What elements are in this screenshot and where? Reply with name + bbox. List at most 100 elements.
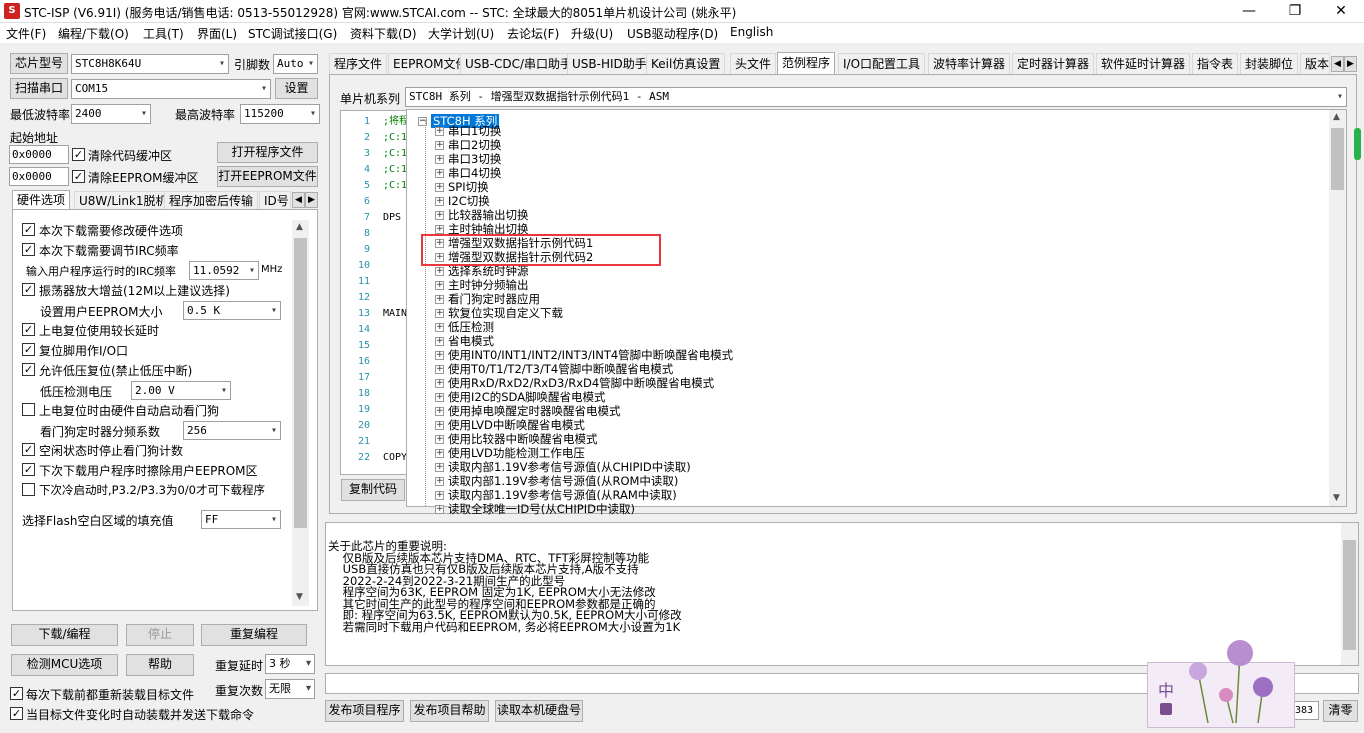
tree-item[interactable]: + 串口2切换 (435, 138, 733, 152)
pin-count-select[interactable]: Auto ▾ (273, 54, 318, 74)
reprogram-button[interactable]: 重复编程 (201, 624, 307, 646)
expand-icon[interactable]: + (435, 323, 444, 332)
max-baud-select[interactable]: 115200 ▾ (240, 104, 320, 124)
tree-item[interactable]: + 省电模式 (435, 334, 733, 348)
tree-item[interactable]: + 读取内部1.19V参考信号源值(从CHIPID中读取) (435, 460, 733, 474)
tree-item[interactable]: + 使用INT0/INT1/INT2/INT3/INT4管脚中断唤醒省电模式 (435, 348, 733, 362)
menu-forum[interactable]: 去论坛(F) (507, 25, 559, 42)
tab-id[interactable]: ID号 (259, 191, 291, 210)
tab-packages[interactable]: 封装脚位 (1240, 53, 1299, 74)
adjust-irc-checkbox[interactable]: ✓ (22, 243, 35, 256)
expand-icon[interactable]: + (435, 197, 444, 206)
tab-usb-cdc[interactable]: USB-CDC/串口助手 (460, 53, 578, 74)
tab-scroll-left-button[interactable]: ◀ (292, 192, 305, 208)
tree-item[interactable]: + SPI切换 (435, 180, 733, 194)
idle-wdt-checkbox[interactable]: ✓ (22, 443, 35, 456)
options-scroll-thumb[interactable] (294, 238, 307, 528)
tree-item[interactable]: + 串口1切换 (435, 124, 733, 138)
menu-program[interactable]: 编程/下载(O) (58, 25, 129, 42)
expand-icon[interactable]: + (435, 281, 444, 290)
tree-item[interactable]: + 使用T0/T1/T2/T3/T4管脚中断唤醒省电模式 (435, 362, 733, 376)
tree-item[interactable]: + 比较器输出切换 (435, 208, 733, 222)
tree-item[interactable]: + 软复位实现自定义下载 (435, 306, 733, 320)
mcu-series-select[interactable]: STC8H 系列 - 增强型双数据指针示例代码1 - ASM ▾ (405, 87, 1347, 107)
copy-code-button[interactable]: 复制代码 (341, 479, 405, 501)
menu-debug[interactable]: STC调试接口(G) (248, 25, 337, 42)
eeprom-size-select[interactable]: 0.5 K ▾ (183, 301, 281, 320)
chip-type-button[interactable]: 芯片型号 (10, 53, 68, 74)
tab-scroll-left-button[interactable]: ◀ (1331, 56, 1344, 72)
clear-code-checkbox[interactable]: ✓ (72, 148, 85, 161)
tab-examples[interactable]: 范例程序 (777, 52, 836, 74)
minimize-button[interactable]: — (1226, 0, 1272, 23)
scroll-up-icon[interactable]: ▲ (1333, 112, 1340, 122)
tab-delay-calc[interactable]: 软件延时计算器 (1096, 53, 1191, 74)
expand-icon[interactable]: + (435, 421, 444, 430)
menu-university[interactable]: 大学计划(U) (428, 25, 494, 42)
tab-scroll-right-button[interactable]: ▶ (1344, 56, 1357, 72)
expand-icon[interactable]: + (435, 365, 444, 374)
tree-item[interactable]: + 读取内部1.19V参考信号源值(从RAM中读取) (435, 488, 733, 502)
help-button[interactable]: 帮助 (126, 654, 194, 676)
tab-timer-calc[interactable]: 定时器计算器 (1012, 53, 1095, 74)
menu-upgrade[interactable]: 升级(U) (571, 25, 613, 42)
expand-icon[interactable]: + (435, 141, 444, 150)
tab-encrypted-transfer[interactable]: 程序加密后传输 (164, 191, 259, 210)
expand-icon[interactable]: + (435, 463, 444, 472)
chip-type-select[interactable]: STC8H8K64U ▾ (71, 54, 229, 74)
port-select[interactable]: COM15 ▾ (71, 79, 271, 99)
eeprom-address-input[interactable]: 0x0000 (9, 167, 69, 186)
open-eeprom-button[interactable]: 打开EEPROM文件 (217, 166, 318, 187)
tab-header-files[interactable]: 头文件 (730, 53, 777, 74)
wdt-div-select[interactable]: 256 ▾ (183, 421, 281, 440)
tree-item[interactable]: + 主时钟分频输出 (435, 278, 733, 292)
tree-item[interactable]: + 低压检测 (435, 320, 733, 334)
expand-icon[interactable]: + (435, 267, 444, 276)
expand-icon[interactable]: + (435, 309, 444, 318)
tab-keil-settings[interactable]: Keil仿真设置 (646, 53, 726, 74)
tab-hardware-options[interactable]: 硬件选项 (12, 190, 71, 210)
osc-gain-checkbox[interactable]: ✓ (22, 283, 35, 296)
expand-icon[interactable]: + (435, 393, 444, 402)
expand-icon[interactable]: + (435, 407, 444, 416)
tab-scroll-right-button[interactable]: ▶ (305, 192, 318, 208)
open-program-button[interactable]: 打开程序文件 (217, 142, 318, 163)
menu-file[interactable]: 文件(F) (6, 25, 46, 42)
menu-ui[interactable]: 界面(L) (197, 25, 237, 42)
expand-icon[interactable]: + (435, 379, 444, 388)
tree-scroll-thumb[interactable] (1331, 128, 1344, 190)
expand-icon[interactable]: + (435, 491, 444, 500)
reset-pin-checkbox[interactable]: ✓ (22, 343, 35, 356)
tree-item[interactable]: + 使用LVD中断唤醒省电模式 (435, 418, 733, 432)
tab-usb-hid[interactable]: USB-HID助手 (567, 53, 652, 74)
clear-counter-button[interactable]: 清零 (1323, 700, 1358, 722)
expand-icon[interactable]: + (435, 211, 444, 220)
detect-mcu-button[interactable]: 检测MCU选项 (11, 654, 118, 676)
irc-frequency-select[interactable]: 11.0592 ▾ (189, 261, 259, 280)
min-baud-select[interactable]: 2400 ▾ (71, 104, 151, 124)
scroll-up-icon[interactable]: ▲ (296, 222, 303, 232)
expand-icon[interactable]: + (435, 449, 444, 458)
info-scroll-thumb[interactable] (1343, 540, 1356, 650)
menu-english[interactable]: English (730, 25, 773, 39)
tab-instructions[interactable]: 指令表 (1192, 53, 1239, 74)
expand-icon[interactable]: + (435, 435, 444, 444)
tree-item[interactable]: + 使用比较器中断唤醒省电模式 (435, 432, 733, 446)
expand-icon[interactable]: + (435, 183, 444, 192)
settings-button[interactable]: 设置 (275, 78, 318, 99)
menu-downloads[interactable]: 资料下载(D) (350, 25, 417, 42)
modify-hw-checkbox[interactable]: ✓ (22, 223, 35, 236)
menu-tools[interactable]: 工具(T) (143, 25, 184, 42)
erase-eeprom-checkbox[interactable]: ✓ (22, 463, 35, 476)
tree-item[interactable]: + 选择系统时钟源 (435, 264, 733, 278)
tree-item[interactable]: + 使用I2C的SDA脚唤醒省电模式 (435, 390, 733, 404)
expand-icon[interactable]: + (435, 225, 444, 234)
tree-item[interactable]: + 使用掉电唤醒定时器唤醒省电模式 (435, 404, 733, 418)
tree-item[interactable]: + 读取全球唯一ID号(从CHIPID中读取) (435, 502, 733, 516)
repeat-delay-select[interactable]: 3 秒 ▾ (265, 654, 315, 674)
tree-item[interactable]: + 读取内部1.19V参考信号源值(从ROM中读取) (435, 474, 733, 488)
expand-icon[interactable]: + (435, 127, 444, 136)
scan-port-button[interactable]: 扫描串口 (10, 78, 68, 99)
publish-project-button[interactable]: 发布项目程序 (325, 700, 404, 722)
scroll-down-icon[interactable]: ▼ (296, 592, 303, 602)
